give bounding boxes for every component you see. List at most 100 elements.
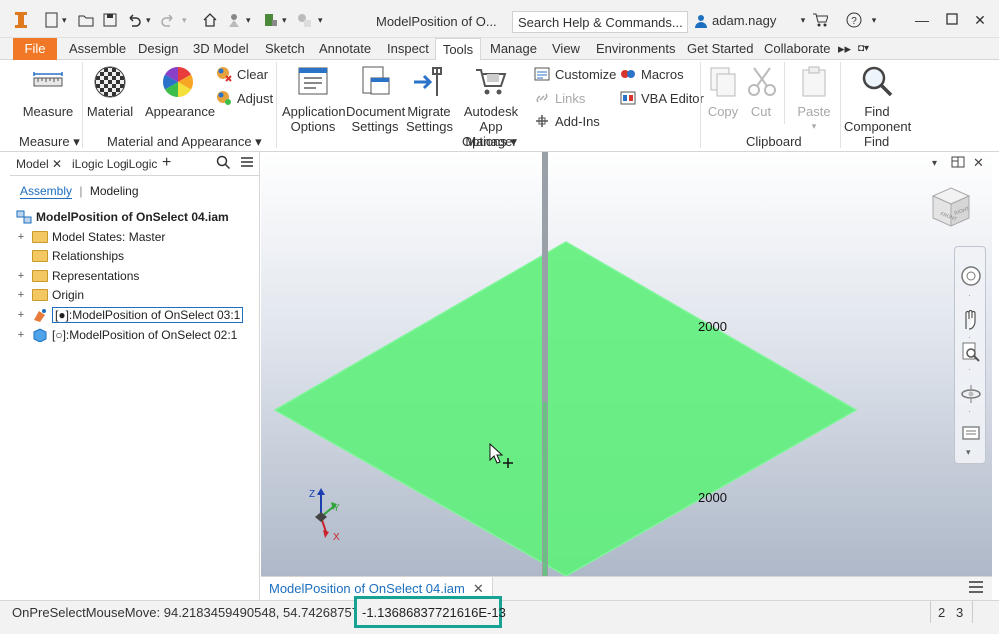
- redo-icon[interactable]: [160, 10, 176, 30]
- maximize-icon[interactable]: [944, 12, 960, 28]
- links-button[interactable]: Links: [534, 90, 585, 106]
- application-options-button[interactable]: Application Options: [282, 64, 346, 134]
- redo-dropdown-icon[interactable]: ▾: [182, 10, 187, 30]
- tab-manage[interactable]: Manage: [488, 38, 539, 60]
- copy-button[interactable]: Copy: [704, 64, 742, 119]
- tab-ilogic[interactable]: iLogic: [126, 157, 157, 171]
- tab-design[interactable]: Design: [136, 38, 180, 60]
- viewport-menu-icon[interactable]: ▾: [932, 158, 937, 169]
- viewcube[interactable]: FRONT RIGHT: [923, 182, 979, 238]
- select-dropdown-icon[interactable]: ▾: [246, 10, 251, 30]
- navbar-menu-icon[interactable]: ▾: [966, 447, 971, 458]
- pan-hand-icon[interactable]: [960, 309, 982, 331]
- macros-button[interactable]: Macros: [620, 66, 684, 82]
- rebuild-icon[interactable]: [296, 10, 312, 30]
- vba-editor-button[interactable]: VBA Editor: [620, 90, 704, 106]
- mode-modeling[interactable]: Modeling: [90, 184, 139, 198]
- representations-icon: [32, 270, 48, 282]
- orbit-icon[interactable]: [960, 383, 982, 405]
- expand-icon[interactable]: +: [16, 289, 26, 301]
- tab-get-started[interactable]: Get Started: [685, 38, 755, 60]
- tab-assemble[interactable]: Assemble: [67, 38, 128, 60]
- user-dropdown-icon[interactable]: ▾: [795, 12, 811, 28]
- tab-model[interactable]: Model: [16, 157, 49, 171]
- expand-icon[interactable]: +: [16, 270, 26, 282]
- paste-button[interactable]: Paste ▾: [792, 64, 836, 134]
- tree-item-origin[interactable]: + Origin: [16, 286, 84, 304]
- select-priority-icon[interactable]: [226, 10, 242, 30]
- new-file-icon[interactable]: [44, 10, 60, 30]
- document-settings-button[interactable]: Document Settings: [346, 64, 405, 134]
- help-icon[interactable]: ?: [846, 12, 862, 28]
- panel-material-appearance[interactable]: Material and Appearance ▾: [107, 134, 262, 150]
- material-button[interactable]: Material: [86, 64, 134, 119]
- undo-dropdown-icon[interactable]: ▾: [146, 10, 151, 30]
- tab-environments[interactable]: Environments: [594, 38, 677, 60]
- add-tab-icon[interactable]: +: [162, 154, 171, 172]
- tab-sketch[interactable]: Sketch: [263, 38, 307, 60]
- panel-measure[interactable]: Measure ▾: [19, 134, 80, 150]
- graphics-viewport[interactable]: 2000 2000 Z Y X ▾ ✕ FRONT RIGHT: [261, 152, 992, 576]
- close-model-tab-icon[interactable]: ✕: [52, 157, 62, 171]
- help-dropdown-icon[interactable]: ▾: [866, 12, 882, 28]
- zoom-icon[interactable]: [960, 341, 982, 363]
- tab-tools[interactable]: Tools: [435, 38, 481, 61]
- expand-icon[interactable]: +: [16, 309, 26, 321]
- cart-icon[interactable]: [812, 12, 829, 28]
- more-tabs-icon[interactable]: ▸▸: [836, 38, 853, 60]
- steering-wheel-icon[interactable]: [960, 265, 982, 287]
- browser-menu-icon[interactable]: [240, 155, 254, 172]
- tab-annotate[interactable]: Annotate: [317, 38, 373, 60]
- migrate-settings-button[interactable]: Migrate Settings: [406, 64, 453, 134]
- close-viewport-icon[interactable]: ✕: [973, 155, 984, 171]
- browser-search-icon[interactable]: [216, 155, 231, 173]
- status-highlighted-value: -1.13686837721616E-13: [354, 596, 506, 628]
- browser-tabs: Model ✕ iLogic Log iLogic +: [10, 152, 260, 176]
- measure-button[interactable]: Measure: [20, 64, 76, 119]
- tab-collaborate[interactable]: Collaborate: [762, 38, 833, 60]
- update-icon[interactable]: [262, 10, 278, 30]
- inventor-logo-icon[interactable]: [14, 10, 28, 30]
- home-icon[interactable]: [202, 10, 218, 30]
- minimize-icon[interactable]: —: [914, 12, 930, 28]
- split-window-icon[interactable]: [951, 156, 965, 171]
- tab-view[interactable]: View: [550, 38, 582, 60]
- save-icon[interactable]: [102, 10, 118, 30]
- user-account[interactable]: adam.nagy: [694, 13, 776, 28]
- close-document-tab-icon[interactable]: ✕: [473, 581, 484, 596]
- look-at-icon[interactable]: [960, 421, 982, 443]
- clear-appearance-button[interactable]: Clear: [216, 66, 268, 82]
- expand-icon[interactable]: +: [16, 231, 26, 243]
- search-input[interactable]: Search Help & Commands...: [512, 11, 688, 33]
- update-dropdown-icon[interactable]: ▾: [282, 10, 287, 30]
- mode-assembly[interactable]: Assembly: [20, 184, 73, 199]
- tree-item-component-03[interactable]: + [●]:ModelPosition of OnSelect 03:1: [16, 306, 244, 324]
- cut-button[interactable]: Cut: [744, 64, 778, 119]
- panel-options[interactable]: Options ▾: [462, 134, 517, 150]
- expand-icon[interactable]: +: [16, 329, 26, 341]
- rebuild-dropdown-icon[interactable]: ▾: [318, 10, 323, 30]
- tree-root[interactable]: ModelPosition of OnSelect 04.iam: [16, 208, 229, 226]
- find-component-button[interactable]: Find Component: [844, 64, 911, 134]
- customize-button[interactable]: Customize: [534, 66, 616, 82]
- tab-3d-model[interactable]: 3D Model: [191, 38, 251, 60]
- adjust-appearance-button[interactable]: Adjust: [216, 90, 273, 106]
- new-file-dropdown-icon[interactable]: ▾: [62, 10, 67, 30]
- ribbon-display-icon[interactable]: ◘▾: [856, 38, 871, 60]
- tab-inspect[interactable]: Inspect: [385, 38, 431, 60]
- paste-dropdown-icon[interactable]: ▾: [792, 119, 836, 134]
- tree-item-model-states[interactable]: + Model States: Master: [16, 228, 166, 246]
- tab-file[interactable]: File: [13, 38, 57, 60]
- document-tabs-menu-icon[interactable]: [968, 580, 984, 597]
- open-folder-icon[interactable]: [78, 10, 94, 30]
- add-ins-button[interactable]: Add-Ins: [534, 113, 600, 129]
- tree-item-relationships[interactable]: Relationships: [16, 247, 124, 265]
- green-plane[interactable]: [273, 241, 858, 576]
- tree-item-component-02[interactable]: + [○]:ModelPosition of OnSelect 02:1: [16, 326, 237, 344]
- model-canvas[interactable]: [261, 152, 992, 576]
- close-icon[interactable]: ✕: [972, 12, 988, 28]
- appearance-button[interactable]: Appearance: [145, 64, 215, 119]
- tab-ilogic-log[interactable]: iLogic Log: [72, 157, 127, 171]
- undo-icon[interactable]: [126, 10, 142, 30]
- tree-item-representations[interactable]: + Representations: [16, 267, 140, 285]
